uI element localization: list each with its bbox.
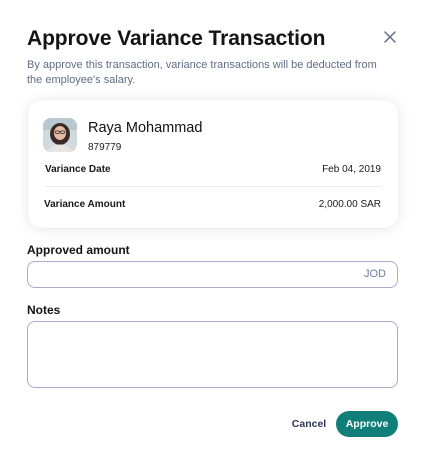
approved-amount-field[interactable]: JOD [27,261,398,288]
currency-suffix: JOD [364,268,386,280]
approved-amount-input[interactable] [38,262,338,287]
employee-name: Raya Mohammad [88,120,203,136]
notes-textarea[interactable] [28,322,397,387]
approve-button[interactable]: Approve [336,411,398,437]
close-button[interactable] [380,27,400,47]
close-icon [384,31,396,43]
approved-amount-label: Approved amount [27,243,130,257]
variance-amount-label: Variance Amount [44,199,126,210]
approve-variance-dialog: Approve Variance Transaction By approve … [0,0,425,465]
employee-card: Raya Mohammad 879779 Variance Date Feb 0… [28,100,398,228]
dialog-title: Approve Variance Transaction [27,27,326,50]
variance-date-value: Feb 04, 2019 [322,164,381,175]
variance-amount-value: 2,000.00 SAR [318,199,381,210]
employee-id: 879779 [88,142,122,153]
notes-field[interactable] [27,321,398,388]
cancel-button[interactable]: Cancel [285,411,333,437]
variance-date-label: Variance Date [45,164,111,175]
dialog-subtitle: By approve this transaction, variance tr… [27,59,377,86]
avatar [43,118,77,152]
card-divider [45,186,381,187]
notes-label: Notes [27,303,61,317]
